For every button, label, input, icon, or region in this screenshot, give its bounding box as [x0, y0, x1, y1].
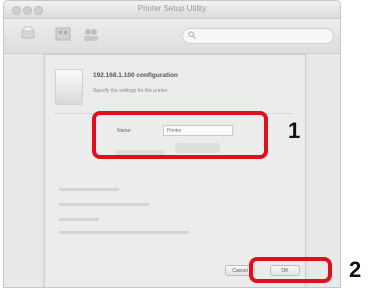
grid-icon[interactable] — [54, 25, 72, 43]
option-row — [59, 218, 99, 221]
group-icon[interactable] — [82, 25, 100, 43]
highlight-box-ok-button — [249, 257, 332, 283]
window-title: Printer Setup Utility — [137, 4, 207, 13]
option-row — [59, 231, 189, 234]
configuration-sheet: 192.168.1.100 configuration Specify the … — [44, 54, 306, 287]
search-field[interactable] — [182, 28, 334, 44]
search-icon — [188, 31, 196, 39]
title-bar: Printer Setup Utility — [4, 1, 340, 19]
sheet-title: 192.168.1.100 configuration — [93, 72, 178, 79]
printer-queue-icon — [55, 69, 83, 105]
highlight-box-name-field — [92, 111, 268, 159]
callout-number: 2 — [349, 257, 362, 282]
option-row — [59, 203, 149, 206]
sheet-description: Specify the settings for the printer — [93, 88, 168, 94]
option-row — [59, 188, 119, 191]
printer-icon[interactable] — [19, 25, 37, 43]
callout-number: 1 — [288, 118, 301, 143]
toolbar — [4, 19, 340, 54]
